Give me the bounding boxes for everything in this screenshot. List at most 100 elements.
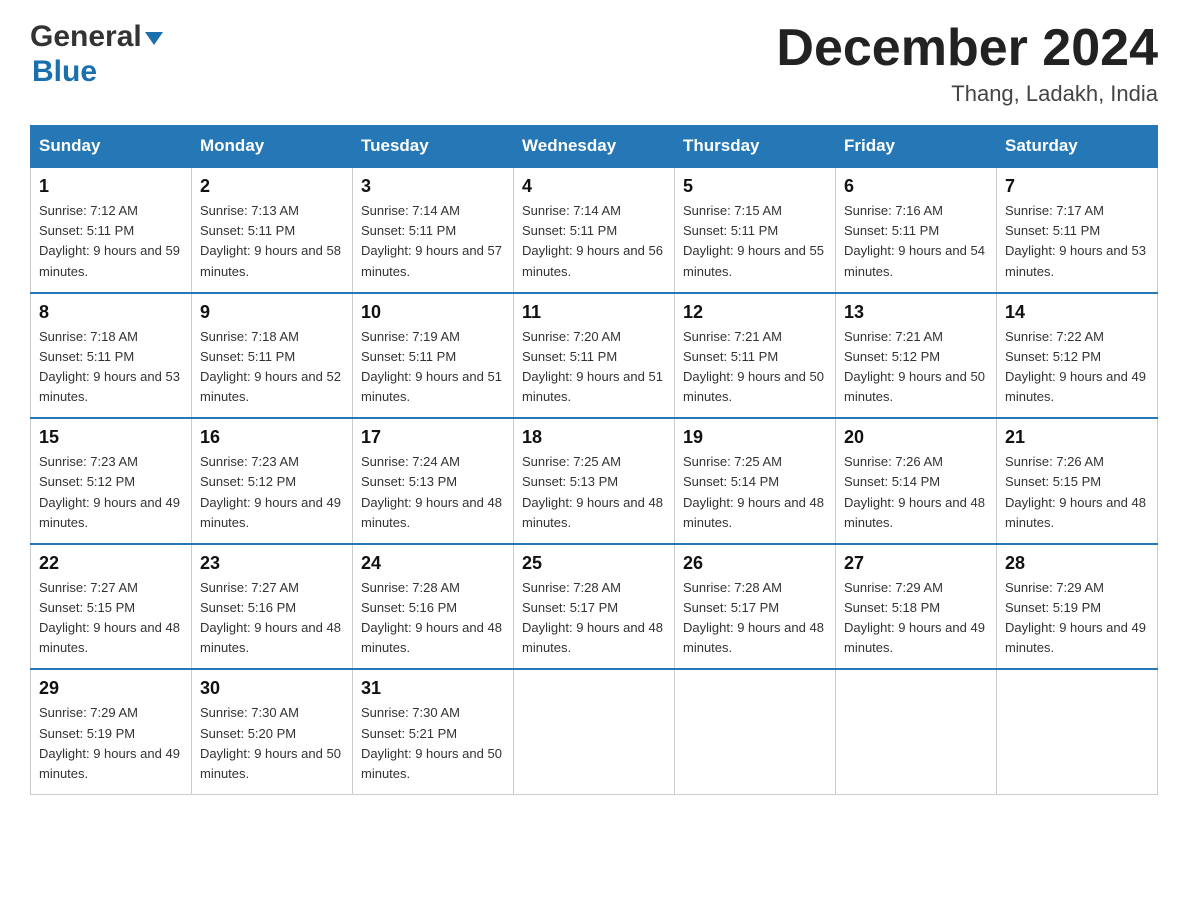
- calendar-table: Sunday Monday Tuesday Wednesday Thursday…: [30, 125, 1158, 795]
- day-info: Sunrise: 7:29 AMSunset: 5:19 PMDaylight:…: [1005, 578, 1149, 659]
- location-subtitle: Thang, Ladakh, India: [776, 81, 1158, 107]
- day-number: 25: [522, 553, 666, 574]
- table-row: 21 Sunrise: 7:26 AMSunset: 5:15 PMDayligh…: [997, 418, 1158, 544]
- table-row: 30Sunrise: 7:30 AMSunset: 5:20 PMDayligh…: [192, 669, 353, 794]
- col-saturday: Saturday: [997, 126, 1158, 168]
- day-number: 26: [683, 553, 827, 574]
- calendar-week-row: 15 Sunrise: 7:23 AMSunset: 5:12 PMDayligh…: [31, 418, 1158, 544]
- col-friday: Friday: [836, 126, 997, 168]
- weekday-header-row: Sunday Monday Tuesday Wednesday Thursday…: [31, 126, 1158, 168]
- day-info: Sunrise: 7:30 AMSunset: 5:21 PMDaylight:…: [361, 703, 505, 784]
- day-info: Sunrise: 7:15 AMSunset: 5:11 PMDaylight:…: [683, 201, 827, 282]
- col-monday: Monday: [192, 126, 353, 168]
- table-row: 12 Sunrise: 7:21 AMSunset: 5:11 PMDayligh…: [675, 293, 836, 419]
- day-info: Sunrise: 7:29 AMSunset: 5:19 PMDaylight:…: [39, 703, 183, 784]
- day-number: 19: [683, 427, 827, 448]
- day-number: 16: [200, 427, 344, 448]
- month-year-title: December 2024: [776, 20, 1158, 77]
- table-row: 9Sunrise: 7:18 AMSunset: 5:11 PMDaylight…: [192, 293, 353, 419]
- day-info: Sunrise: 7:14 AMSunset: 5:11 PMDaylight:…: [522, 201, 666, 282]
- day-number: 1: [39, 176, 183, 197]
- table-row: 22 Sunrise: 7:27 AMSunset: 5:15 PMDayligh…: [31, 544, 192, 670]
- calendar-week-row: 1Sunrise: 7:12 AMSunset: 5:11 PMDaylight…: [31, 167, 1158, 293]
- logo-arrow-icon: [145, 32, 163, 45]
- table-row: 25 Sunrise: 7:28 AMSunset: 5:17 PMDayligh…: [514, 544, 675, 670]
- day-number: 30: [200, 678, 344, 699]
- day-info: Sunrise: 7:25 AMSunset: 5:14 PMDaylight:…: [683, 452, 827, 533]
- day-number: 5: [683, 176, 827, 197]
- day-info: Sunrise: 7:19 AMSunset: 5:11 PMDaylight:…: [361, 327, 505, 408]
- table-row: [997, 669, 1158, 794]
- day-number: 8: [39, 302, 183, 323]
- day-number: 6: [844, 176, 988, 197]
- day-info: Sunrise: 7:24 AMSunset: 5:13 PMDaylight:…: [361, 452, 505, 533]
- day-number: 3: [361, 176, 505, 197]
- day-number: 13: [844, 302, 988, 323]
- day-number: 11: [522, 302, 666, 323]
- table-row: 17Sunrise: 7:24 AMSunset: 5:13 PMDayligh…: [353, 418, 514, 544]
- day-number: 18: [522, 427, 666, 448]
- table-row: 8 Sunrise: 7:18 AMSunset: 5:11 PMDaylight…: [31, 293, 192, 419]
- day-number: 28: [1005, 553, 1149, 574]
- table-row: 16 Sunrise: 7:23 AMSunset: 5:12 PMDayligh…: [192, 418, 353, 544]
- day-info: Sunrise: 7:26 AMSunset: 5:15 PMDaylight:…: [1005, 452, 1149, 533]
- col-tuesday: Tuesday: [353, 126, 514, 168]
- day-number: 4: [522, 176, 666, 197]
- day-number: 20: [844, 427, 988, 448]
- day-number: 27: [844, 553, 988, 574]
- day-number: 29: [39, 678, 183, 699]
- table-row: [836, 669, 997, 794]
- calendar-week-row: 29 Sunrise: 7:29 AMSunset: 5:19 PMDayligh…: [31, 669, 1158, 794]
- table-row: 4 Sunrise: 7:14 AMSunset: 5:11 PMDaylight…: [514, 167, 675, 293]
- table-row: 27 Sunrise: 7:29 AMSunset: 5:18 PMDayligh…: [836, 544, 997, 670]
- day-number: 2: [200, 176, 344, 197]
- calendar-week-row: 8 Sunrise: 7:18 AMSunset: 5:11 PMDaylight…: [31, 293, 1158, 419]
- table-row: 28 Sunrise: 7:29 AMSunset: 5:19 PMDayligh…: [997, 544, 1158, 670]
- table-row: 5 Sunrise: 7:15 AMSunset: 5:11 PMDaylight…: [675, 167, 836, 293]
- day-info: Sunrise: 7:20 AMSunset: 5:11 PMDaylight:…: [522, 327, 666, 408]
- table-row: 29 Sunrise: 7:29 AMSunset: 5:19 PMDayligh…: [31, 669, 192, 794]
- page-header: General Blue December 2024 Thang, Ladakh…: [30, 20, 1158, 107]
- table-row: 2 Sunrise: 7:13 AMSunset: 5:11 PMDaylight…: [192, 167, 353, 293]
- day-info: Sunrise: 7:17 AMSunset: 5:11 PMDaylight:…: [1005, 201, 1149, 282]
- day-number: 21: [1005, 427, 1149, 448]
- day-info: Sunrise: 7:14 AMSunset: 5:11 PMDaylight:…: [361, 201, 505, 282]
- col-thursday: Thursday: [675, 126, 836, 168]
- day-number: 14: [1005, 302, 1149, 323]
- day-info: Sunrise: 7:27 AMSunset: 5:15 PMDaylight:…: [39, 578, 183, 659]
- col-sunday: Sunday: [31, 126, 192, 168]
- table-row: 6Sunrise: 7:16 AMSunset: 5:11 PMDaylight…: [836, 167, 997, 293]
- calendar-header: Sunday Monday Tuesday Wednesday Thursday…: [31, 126, 1158, 168]
- day-info: Sunrise: 7:28 AMSunset: 5:16 PMDaylight:…: [361, 578, 505, 659]
- day-number: 22: [39, 553, 183, 574]
- day-info: Sunrise: 7:18 AMSunset: 5:11 PMDaylight:…: [39, 327, 183, 408]
- day-number: 23: [200, 553, 344, 574]
- table-row: [675, 669, 836, 794]
- logo-blue: Blue: [30, 55, 163, 90]
- table-row: 11 Sunrise: 7:20 AMSunset: 5:11 PMDayligh…: [514, 293, 675, 419]
- day-number: 31: [361, 678, 505, 699]
- day-number: 24: [361, 553, 505, 574]
- table-row: 23Sunrise: 7:27 AMSunset: 5:16 PMDayligh…: [192, 544, 353, 670]
- day-number: 12: [683, 302, 827, 323]
- logo: General Blue: [30, 20, 163, 89]
- day-info: Sunrise: 7:22 AMSunset: 5:12 PMDaylight:…: [1005, 327, 1149, 408]
- day-info: Sunrise: 7:28 AMSunset: 5:17 PMDaylight:…: [522, 578, 666, 659]
- table-row: 1Sunrise: 7:12 AMSunset: 5:11 PMDaylight…: [31, 167, 192, 293]
- table-row: 13 Sunrise: 7:21 AMSunset: 5:12 PMDayligh…: [836, 293, 997, 419]
- table-row: 15Sunrise: 7:23 AMSunset: 5:12 PMDayligh…: [31, 418, 192, 544]
- day-number: 7: [1005, 176, 1149, 197]
- day-info: Sunrise: 7:13 AMSunset: 5:11 PMDaylight:…: [200, 201, 344, 282]
- table-row: 19 Sunrise: 7:25 AMSunset: 5:14 PMDayligh…: [675, 418, 836, 544]
- day-number: 10: [361, 302, 505, 323]
- day-number: 15: [39, 427, 183, 448]
- day-info: Sunrise: 7:28 AMSunset: 5:17 PMDaylight:…: [683, 578, 827, 659]
- table-row: 31 Sunrise: 7:30 AMSunset: 5:21 PMDayligh…: [353, 669, 514, 794]
- day-info: Sunrise: 7:21 AMSunset: 5:12 PMDaylight:…: [844, 327, 988, 408]
- calendar-body: 1Sunrise: 7:12 AMSunset: 5:11 PMDaylight…: [31, 167, 1158, 794]
- table-row: 20Sunrise: 7:26 AMSunset: 5:14 PMDayligh…: [836, 418, 997, 544]
- table-row: 26 Sunrise: 7:28 AMSunset: 5:17 PMDayligh…: [675, 544, 836, 670]
- day-info: Sunrise: 7:21 AMSunset: 5:11 PMDaylight:…: [683, 327, 827, 408]
- day-info: Sunrise: 7:29 AMSunset: 5:18 PMDaylight:…: [844, 578, 988, 659]
- day-info: Sunrise: 7:23 AMSunset: 5:12 PMDaylight:…: [200, 452, 344, 533]
